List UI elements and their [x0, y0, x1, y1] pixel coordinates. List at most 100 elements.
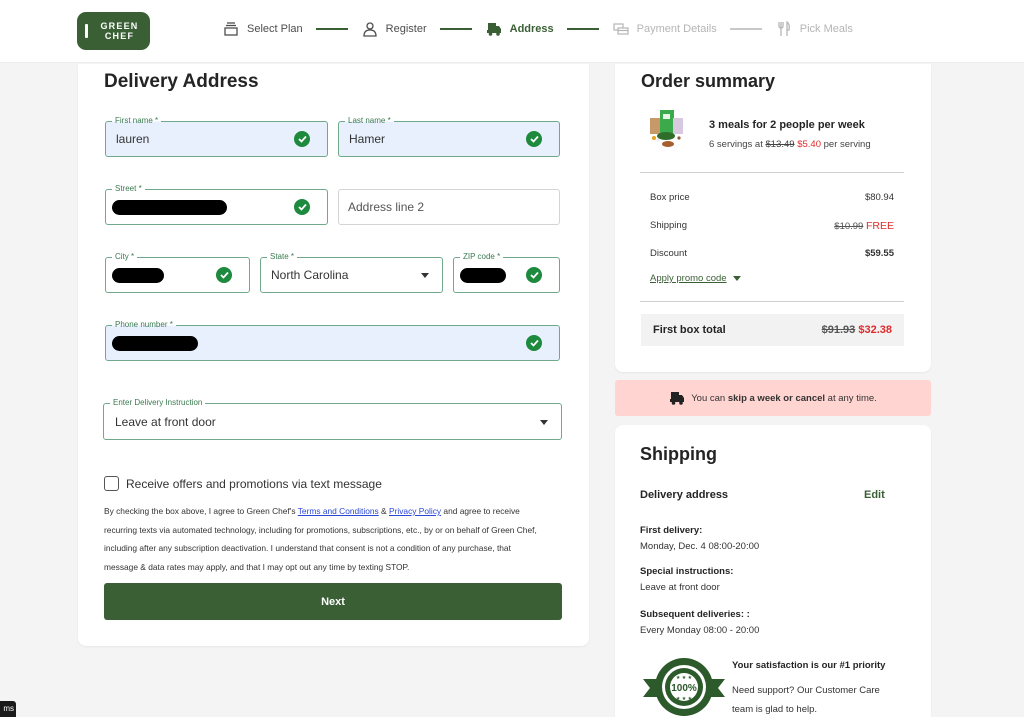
shipping-title: Shipping [640, 444, 717, 464]
sms-opt-in-checkbox[interactable] [104, 476, 119, 491]
sms-opt-in-label[interactable]: Receive offers and promotions via text m… [126, 477, 382, 491]
valid-check-icon [526, 335, 542, 351]
step-select-plan[interactable]: Select Plan [222, 20, 303, 38]
valid-check-icon [526, 267, 542, 283]
city-field[interactable]: City * [105, 251, 250, 293]
last-name-value: Hamer [349, 132, 386, 146]
step-connector [315, 28, 348, 30]
redacted-street-value [112, 200, 227, 215]
street-field[interactable]: Street * [105, 183, 328, 225]
step-payment-details: Payment Details [612, 20, 717, 38]
old-price-per-serving: $13.49 [765, 139, 795, 150]
phone-number-label: Phone number * [112, 319, 176, 331]
dropdown-caret-icon [540, 419, 548, 425]
box-price-value: $80.94 [864, 192, 894, 203]
total-new-price: $32.38 [858, 324, 892, 336]
last-name-label: Last name * [345, 115, 394, 127]
total-old-price: $91.93 [821, 324, 856, 336]
terms-link[interactable]: Terms and Conditions [298, 506, 379, 516]
street-label: Street * [112, 183, 145, 195]
first-name-field[interactable]: First name * lauren [105, 115, 328, 157]
apply-promo-code-link[interactable]: Apply promo code [650, 273, 741, 284]
state-value: North Carolina [271, 268, 349, 282]
first-name-label: First name * [112, 115, 162, 127]
step-pick-meals: Pick Meals [775, 20, 853, 38]
step-label: Register [385, 23, 427, 35]
phone-number-field[interactable]: Phone number * [105, 319, 560, 361]
subsequent-deliveries-value: Every Monday 08:00 - 20:00 [640, 625, 760, 636]
shipping-label: Shipping [650, 220, 687, 231]
satisfaction-text: Need support? Our Customer Care team is … [732, 685, 880, 715]
first-box-total-row: First box total $91.93 $32.38 [641, 314, 904, 346]
dropdown-caret-icon [421, 273, 429, 278]
legal-text-part: & [378, 506, 389, 516]
first-delivery-value: Monday, Dec. 4 08:00-20:00 [640, 541, 760, 552]
plan-servings: 6 servings at $13.49 $5.40 per serving [709, 139, 871, 150]
delivery-instruction-label: Enter Delivery Instruction [110, 397, 206, 409]
shipping-card: Shipping Delivery address Edit First del… [615, 425, 931, 717]
sms-opt-in[interactable]: Receive offers and promotions via text m… [104, 476, 382, 491]
meal-box-image [642, 104, 690, 152]
state-select[interactable]: State * North Carolina [260, 251, 443, 293]
delivery-address-label: Delivery address [640, 489, 729, 501]
special-instructions-label: Special instructions: [640, 566, 734, 577]
edit-address-link[interactable]: Edit [864, 489, 885, 501]
step-label: Pick Meals [799, 23, 853, 35]
redacted-zip-value [460, 268, 506, 283]
box-price-label: Box price [650, 192, 690, 203]
credit-card-icon [612, 20, 630, 38]
first-name-value: lauren [116, 132, 150, 146]
valid-check-icon [294, 131, 310, 147]
last-name-field[interactable]: Last name * Hamer [338, 115, 560, 157]
sms-legal-text: By checking the box above, I agree to Gr… [104, 502, 544, 577]
delivery-truck-icon [485, 20, 503, 38]
shipping-new-price: FREE [865, 220, 894, 232]
delivery-truck-icon [669, 391, 685, 405]
divider [640, 301, 904, 302]
step-connector [729, 28, 762, 30]
logo-line-1: GREEN [100, 21, 139, 31]
banner-bold-text: skip a week or cancel [727, 392, 826, 404]
step-label: Address [509, 23, 554, 35]
satisfaction-title: Your satisfaction is our #1 priority [732, 660, 886, 671]
new-price-per-serving: $5.40 [797, 139, 821, 150]
svg-text:★ ★ ★: ★ ★ ★ [676, 675, 693, 681]
privacy-policy-link[interactable]: Privacy Policy [389, 506, 441, 516]
skip-cancel-banner: You can skip a week or cancel at any tim… [615, 380, 931, 416]
step-label: Select Plan [247, 23, 303, 35]
top-header: GREEN CHEF Select Plan Register Address [0, 0, 1024, 63]
delivery-instruction-select[interactable]: Enter Delivery Instruction Leave at fron… [103, 397, 562, 440]
plan-title: 3 meals for 2 people per week [709, 119, 865, 131]
shipping-old-price: $10.99 [834, 221, 864, 232]
shipping-row: Shipping $10.99 FREE [650, 220, 894, 232]
legal-text-part: By checking the box above, I agree to Gr… [104, 506, 298, 516]
valid-check-icon [216, 267, 232, 283]
next-button[interactable]: Next [104, 583, 562, 620]
zip-code-field[interactable]: ZIP code * [453, 251, 560, 293]
address-line-2-placeholder: Address line 2 [348, 200, 425, 214]
svg-text:★ ★ ★: ★ ★ ★ [676, 696, 693, 702]
badge-text: 100% [671, 683, 697, 694]
order-summary-card: Order summary 3 meals for 2 people per w… [615, 64, 931, 372]
first-delivery-label: First delivery: [640, 525, 703, 536]
step-address[interactable]: Address [485, 20, 554, 38]
user-icon [361, 20, 379, 38]
corner-tooltip: ms [0, 701, 16, 717]
step-label: Payment Details [636, 23, 717, 35]
form-title: Delivery Address [104, 71, 259, 92]
step-register[interactable]: Register [361, 20, 427, 38]
subsequent-deliveries-label: Subsequent deliveries: : [640, 609, 750, 620]
green-chef-logo[interactable]: GREEN CHEF [77, 12, 150, 50]
step-connector [439, 28, 472, 30]
address-line-2-field[interactable]: Address line 2 [338, 189, 560, 225]
satisfaction-guarantee-badge-icon: 100% ★ ★ ★ ★ ★ ★ [641, 657, 727, 717]
box-price-row: Box price $80.94 [650, 192, 894, 203]
city-label: City * [112, 251, 138, 263]
redacted-phone-value [112, 336, 198, 351]
redacted-city-value [112, 268, 164, 283]
delivery-instruction-value: Leave at front door [115, 414, 216, 429]
valid-check-icon [294, 199, 310, 215]
special-instructions-value: Leave at front door [640, 582, 720, 593]
valid-check-icon [526, 131, 542, 147]
checkout-stepper: Select Plan Register Address Payment Det… [222, 18, 853, 40]
